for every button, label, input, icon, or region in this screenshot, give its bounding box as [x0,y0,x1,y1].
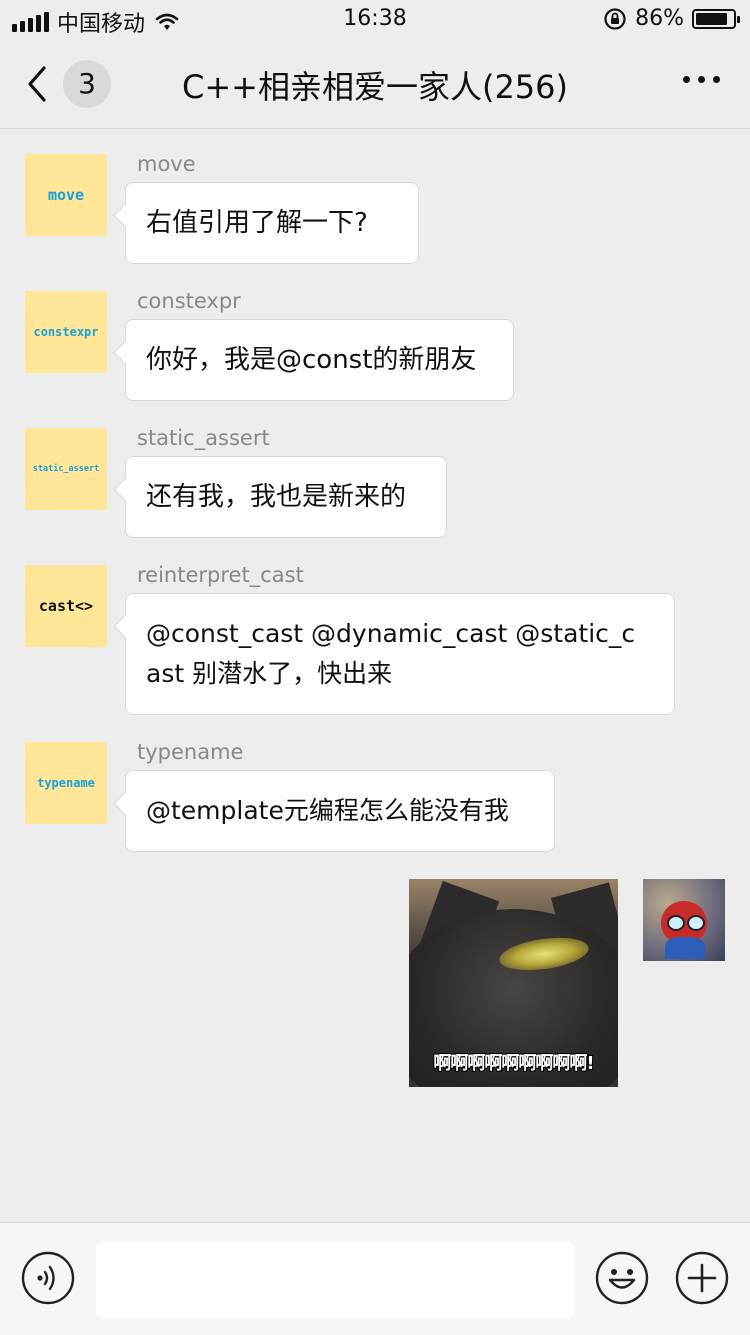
message-text: 还有我，我也是新来的 [146,482,407,512]
rotation-lock-icon [604,7,626,30]
spiderman-eye [687,915,705,931]
status-bar: 中国移动 16:38 86% [0,0,750,40]
message-bubble[interactable]: 你好，我是@const的新朋友 [125,319,514,401]
message-bubble[interactable]: @template元编程怎么能没有我 [125,770,555,852]
message-text: 你好，我是@const的新朋友 [146,345,477,375]
avatar[interactable]: static_assert [25,428,107,510]
message-text-line: @const_cast @dynamic_cast @static_c [146,619,636,648]
message-text: 右值引用了解一下? [146,208,368,238]
battery-percent: 86% [635,6,684,31]
sender-name: reinterpret_cast [137,563,304,587]
sender-name: static_assert [137,426,270,450]
plus-icon[interactable] [675,1251,729,1305]
input-bar [0,1222,750,1335]
message-bubble[interactable]: 还有我，我也是新来的 [125,456,447,538]
battery-level [696,12,727,25]
avatar[interactable]: cast<> [25,565,107,647]
emoji-icon[interactable] [595,1251,649,1305]
voice-icon[interactable] [21,1251,75,1305]
message-text-line: ast 别潜水了，快出来 [146,659,393,688]
chat-nav-bar: 3 C++相亲相爱一家人(256) [0,40,750,129]
image-caption: 啊啊啊啊啊啊啊啊啊! [433,1053,594,1074]
sender-name: move [137,152,196,176]
my-avatar[interactable] [643,879,725,961]
avatar[interactable]: typename [25,742,107,824]
avatar[interactable]: constexpr [25,291,107,373]
avatar[interactable]: move [25,154,107,236]
chat-title: C++相亲相爱一家人(256) [181,68,569,106]
message-text: @template元编程怎么能没有我 [146,796,509,825]
sender-name: constexpr [137,289,241,313]
sent-image-message[interactable]: 啊啊啊啊啊啊啊啊啊! [409,879,618,1087]
more-dots-icon[interactable] [683,76,720,83]
sender-name: typename [137,740,244,764]
message-input[interactable] [96,1241,574,1319]
spiderman-eye [667,915,685,931]
message-bubble[interactable]: 右值引用了解一下? [125,182,419,264]
message-bubble[interactable]: @const_cast @dynamic_cast @static_c ast … [125,593,675,715]
status-right: 86% [603,6,740,31]
battery-icon [692,8,740,29]
spiderman-suit [665,937,705,959]
